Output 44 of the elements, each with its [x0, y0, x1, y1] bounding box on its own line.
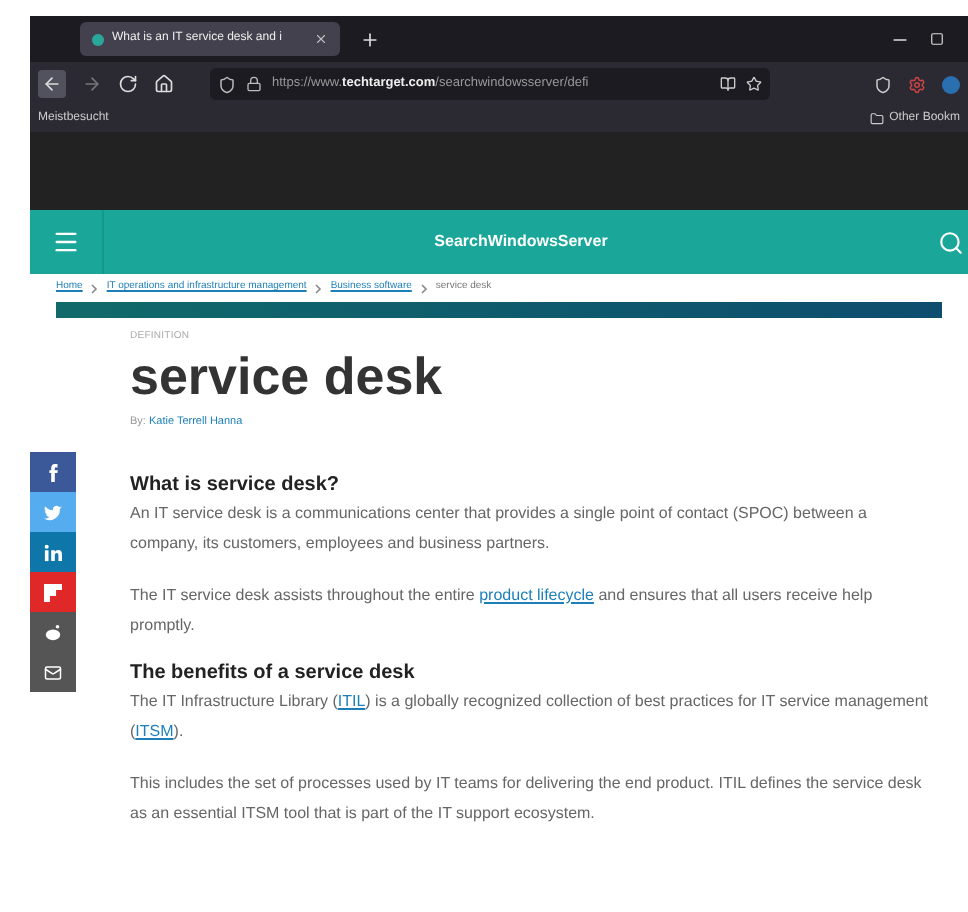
favicon-icon: [92, 33, 104, 45]
shield-icon[interactable]: [874, 75, 892, 93]
share-button[interactable]: [30, 532, 76, 572]
paragraph: An IT service desk is a communications center that provides a single point of contact (SPOC) between a company, its customers, employees and business partners.: [130, 501, 869, 556]
home-icon[interactable]: [154, 74, 174, 94]
section-heading: The benefits of a service desk: [130, 661, 417, 686]
search-icon[interactable]: [938, 229, 964, 255]
mail-icon: [44, 663, 62, 681]
linkedin-icon: [44, 543, 62, 561]
alien-icon: [44, 623, 62, 641]
flag-icon: [44, 583, 62, 601]
paragraph: The IT service desk assists throughout the entire product lifecycle and ensures that all users receive help promptly.: [130, 583, 875, 638]
facebook-icon: [44, 463, 62, 481]
bird-icon: [44, 503, 62, 521]
section-heading: What is service desk?: [130, 473, 341, 498]
folder-icon: [869, 112, 884, 126]
reload-icon[interactable]: [118, 74, 138, 94]
reader-icon[interactable]: [720, 76, 736, 92]
back-arrow-icon: [42, 74, 62, 94]
lock-icon: [246, 76, 262, 92]
back-button[interactable]: [38, 70, 66, 98]
star-icon[interactable]: [746, 76, 762, 92]
maximize-icon[interactable]: [930, 32, 944, 46]
share-button[interactable]: [30, 652, 76, 692]
share-button[interactable]: [30, 452, 76, 492]
menu-icon[interactable]: [52, 228, 80, 256]
article-title: service desk: [130, 345, 445, 405]
share-button[interactable]: [30, 572, 76, 612]
forward-icon[interactable]: [82, 74, 102, 94]
new-tab-icon[interactable]: [360, 29, 380, 49]
paragraph: The IT Infrastructure Library (ITIL) is a globally recognized collection of best practices for IT service management (ITSM).: [130, 689, 930, 744]
shield-icon: [218, 75, 236, 93]
text-link[interactable]: ITSM: [135, 721, 174, 740]
site-name[interactable]: SearchWindowsServer: [104, 230, 938, 254]
text-link[interactable]: product lifecycle: [479, 585, 594, 604]
chevron-icon: [90, 283, 99, 293]
chevron-icon: [314, 283, 323, 293]
chevron-icon: [419, 283, 428, 293]
close-icon[interactable]: [314, 32, 328, 46]
share-button[interactable]: [30, 612, 76, 652]
extension-icon[interactable]: [942, 75, 960, 93]
paragraph: This includes the set of processes used by IT teams for delivering the end product. ITIL defines the service desk as an essential ITSM tool that is part of the IT support ecosystem.: [130, 771, 924, 826]
extension-icon[interactable]: [908, 75, 926, 93]
text-link[interactable]: ITIL: [337, 691, 366, 710]
